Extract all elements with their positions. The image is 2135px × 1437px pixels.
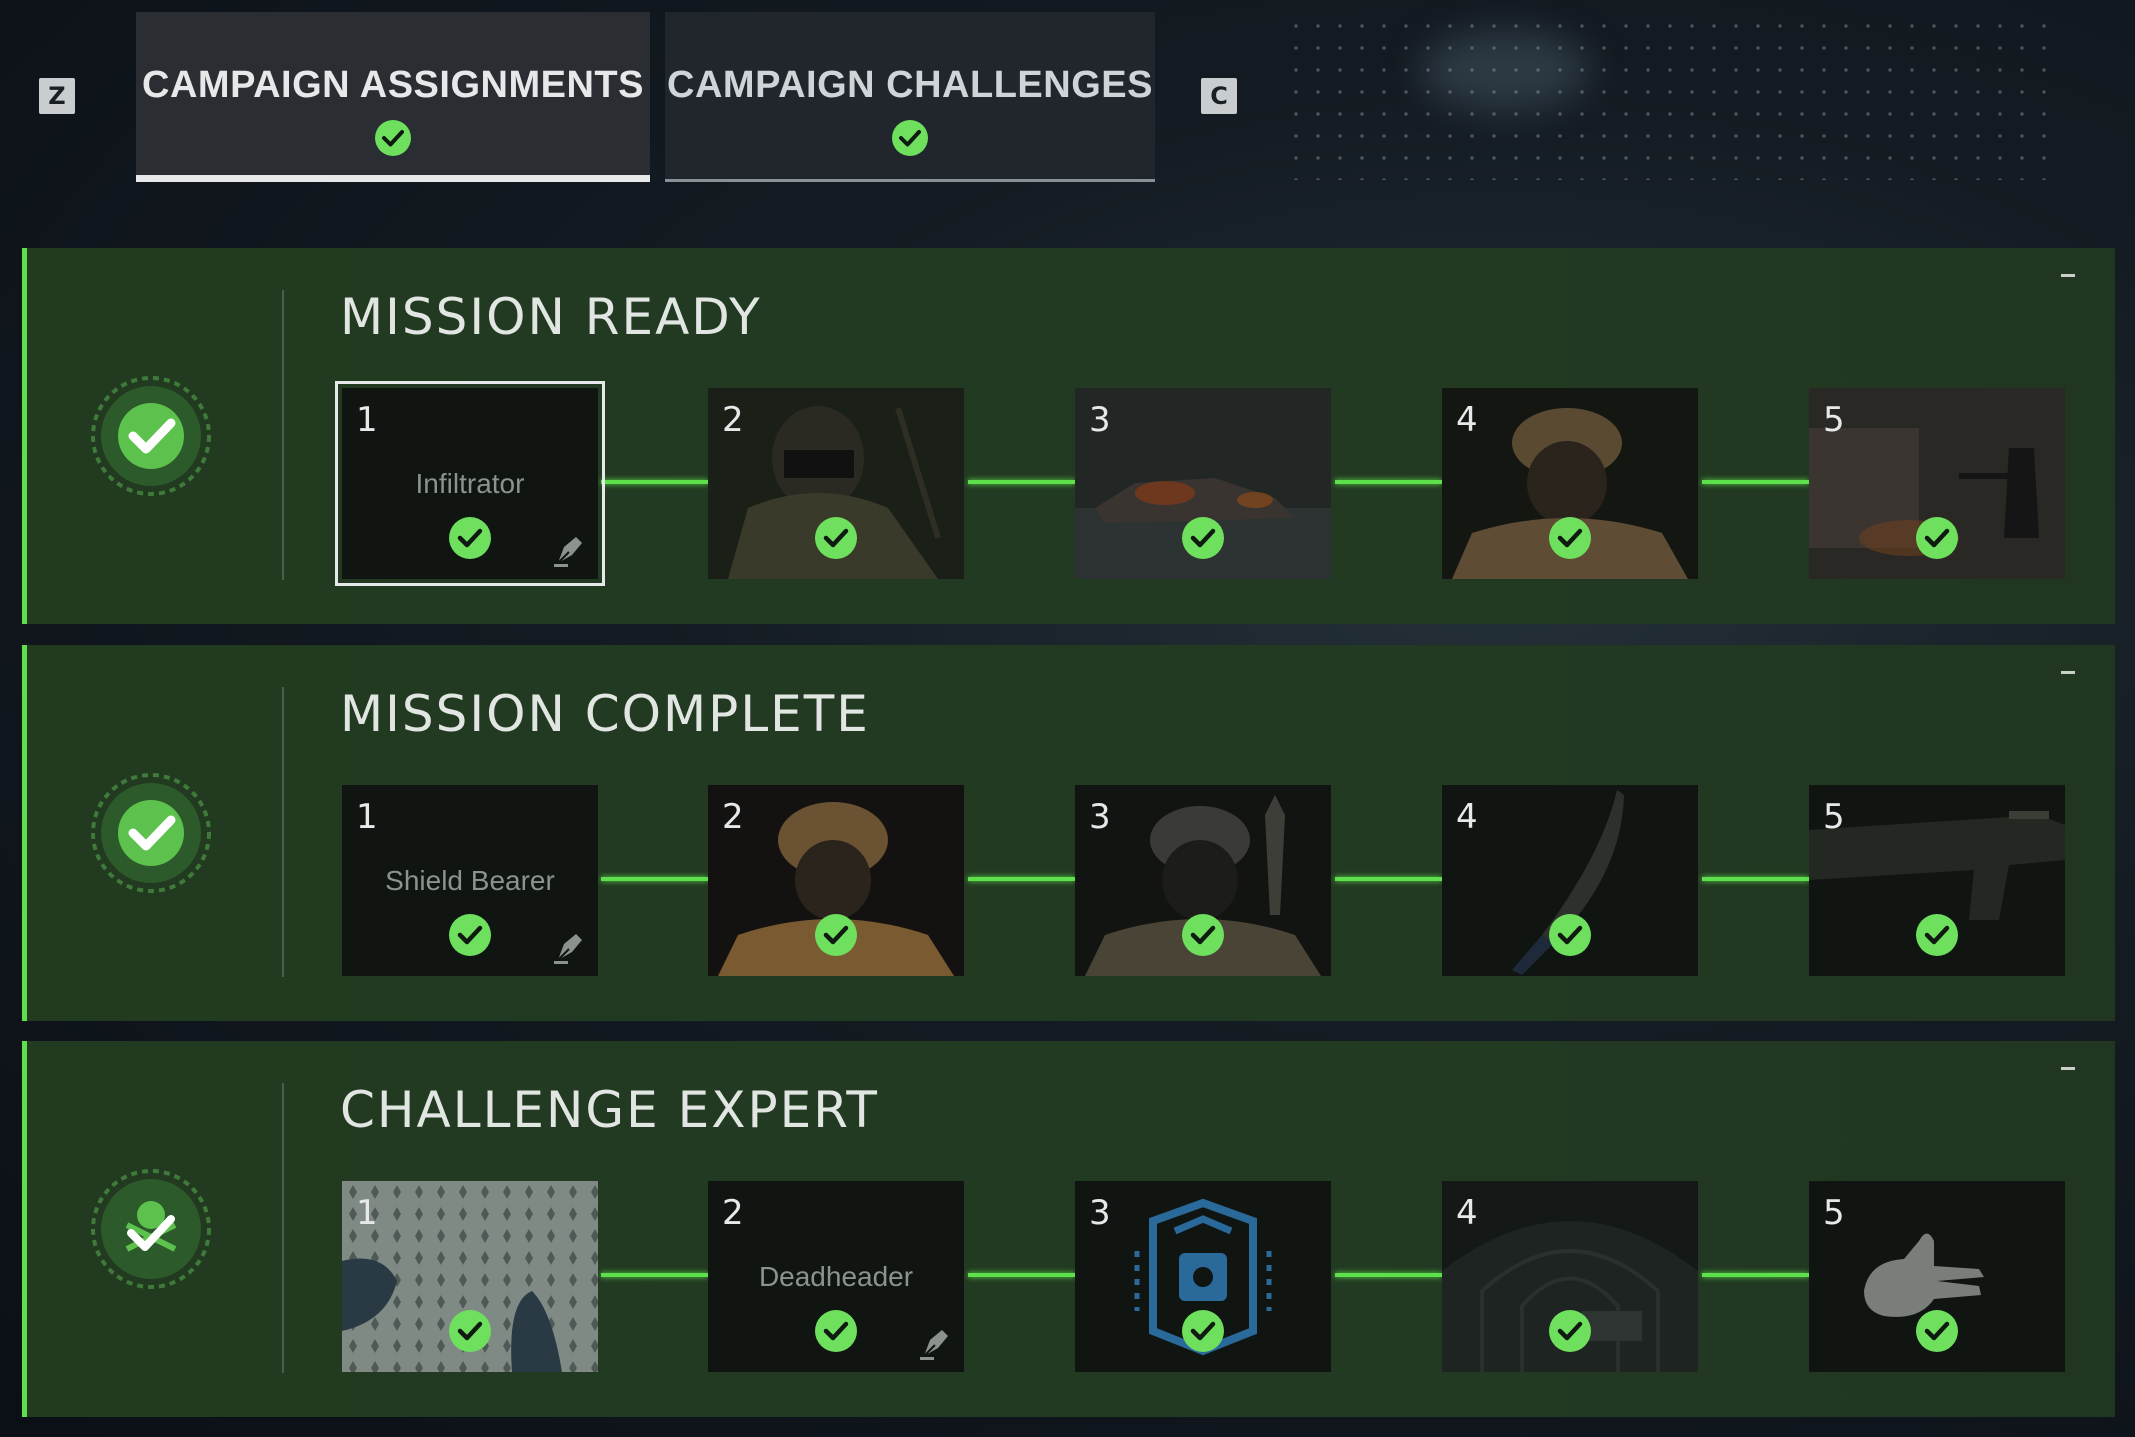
background-glow (1420, 30, 1590, 110)
card-name: Infiltrator (415, 468, 525, 499)
card-number: 1 (356, 400, 378, 440)
divider (282, 687, 284, 977)
reward-card[interactable]: 2 Deadheader (708, 1181, 964, 1372)
pen-nib-icon (554, 537, 582, 567)
complete-check-icon (449, 1310, 491, 1352)
divider (282, 1083, 284, 1373)
complete-check-icon (1549, 914, 1591, 956)
reward-card[interactable]: 4 (1442, 1181, 1698, 1372)
star-check-badge-icon (91, 376, 211, 496)
card-name: Deadheader (758, 1261, 914, 1292)
tab-campaign-assignments[interactable]: CAMPAIGN ASSIGNMENTS (136, 12, 650, 182)
complete-check-icon (1549, 1310, 1591, 1352)
complete-check-icon (1916, 914, 1958, 956)
reward-card[interactable]: 5 (1809, 1181, 2065, 1372)
section-challenge-expert: CHALLENGE EXPERT 1 2 Deadheader 3 4 5 (22, 1041, 2115, 1417)
card-number: 4 (1456, 1193, 1478, 1233)
pen-nib-icon (920, 1330, 948, 1360)
reward-card[interactable]: 2 (708, 785, 964, 976)
progress-connector (1335, 480, 1442, 484)
card-number: 4 (1456, 400, 1478, 440)
complete-check-icon (1549, 517, 1591, 559)
card-name: Shield Bearer (385, 865, 555, 896)
tab-label: CAMPAIGN CHALLENGES (667, 64, 1153, 106)
section-mission-ready: MISSION READY 1 Infiltrator 2 3 4 5 (22, 248, 2115, 624)
progress-connector (968, 1273, 1075, 1277)
collapse-button[interactable] (2061, 671, 2075, 674)
pen-nib-icon (554, 934, 582, 964)
card-number: 5 (1823, 1193, 1845, 1233)
reward-card[interactable]: 1 Shield Bearer (342, 785, 598, 976)
progress-connector (1335, 877, 1442, 881)
tab-label: CAMPAIGN ASSIGNMENTS (142, 64, 644, 106)
complete-check-icon (1916, 517, 1958, 559)
section-title: CHALLENGE EXPERT (340, 1081, 879, 1139)
complete-check-icon (1916, 1310, 1958, 1352)
divider (282, 290, 284, 580)
dot-grid-decoration (1285, 15, 2055, 180)
card-number: 4 (1456, 797, 1478, 837)
card-number: 5 (1823, 400, 1845, 440)
section-title: MISSION READY (340, 288, 762, 346)
reward-card[interactable]: 3 (1075, 1181, 1331, 1372)
card-number: 3 (1089, 400, 1111, 440)
complete-check-icon (815, 517, 857, 559)
progress-connector (601, 480, 708, 484)
card-number: 2 (722, 400, 744, 440)
reward-card[interactable]: 4 (1442, 388, 1698, 579)
next-tab-key[interactable]: C (1201, 78, 1237, 114)
card-number: 3 (1089, 797, 1111, 837)
progress-connector (601, 1273, 708, 1277)
progress-connector (1335, 1273, 1442, 1277)
card-number: 3 (1089, 1193, 1111, 1233)
prev-tab-key[interactable]: Z (39, 78, 75, 114)
complete-check-icon (449, 517, 491, 559)
complete-check-icon (1182, 517, 1224, 559)
progress-connector (1702, 1273, 1809, 1277)
card-number: 1 (356, 797, 378, 837)
section-mission-complete: MISSION COMPLETE 1 Shield Bearer 2 3 4 5 (22, 645, 2115, 1021)
complete-check-icon (815, 914, 857, 956)
complete-check-icon (375, 120, 411, 156)
reward-card[interactable]: 3 (1075, 388, 1331, 579)
reward-card[interactable]: 5 (1809, 388, 2065, 579)
skull-check-badge-icon (91, 1169, 211, 1289)
section-title: MISSION COMPLETE (340, 685, 870, 743)
card-number: 2 (722, 1193, 744, 1233)
complete-check-icon (1182, 914, 1224, 956)
tab-campaign-challenges[interactable]: CAMPAIGN CHALLENGES (665, 12, 1155, 182)
progress-connector (601, 877, 708, 881)
complete-check-icon (449, 914, 491, 956)
card-number: 1 (356, 1193, 378, 1233)
collapse-button[interactable] (2061, 274, 2075, 277)
complete-check-icon (892, 120, 928, 156)
card-number: 2 (722, 797, 744, 837)
reward-card[interactable]: 2 (708, 388, 964, 579)
reward-card[interactable]: 4 (1442, 785, 1698, 976)
star-check-badge-icon (91, 773, 211, 893)
card-number: 5 (1823, 797, 1845, 837)
complete-check-icon (1182, 1310, 1224, 1352)
progress-connector (968, 480, 1075, 484)
reward-card[interactable]: 3 (1075, 785, 1331, 976)
progress-connector (1702, 877, 1809, 881)
collapse-button[interactable] (2061, 1067, 2075, 1070)
progress-connector (1702, 480, 1809, 484)
reward-card[interactable]: 1 (342, 1181, 598, 1372)
reward-card[interactable]: 5 (1809, 785, 2065, 976)
progress-connector (968, 877, 1075, 881)
complete-check-icon (815, 1310, 857, 1352)
reward-card[interactable]: 1 Infiltrator (335, 381, 605, 586)
